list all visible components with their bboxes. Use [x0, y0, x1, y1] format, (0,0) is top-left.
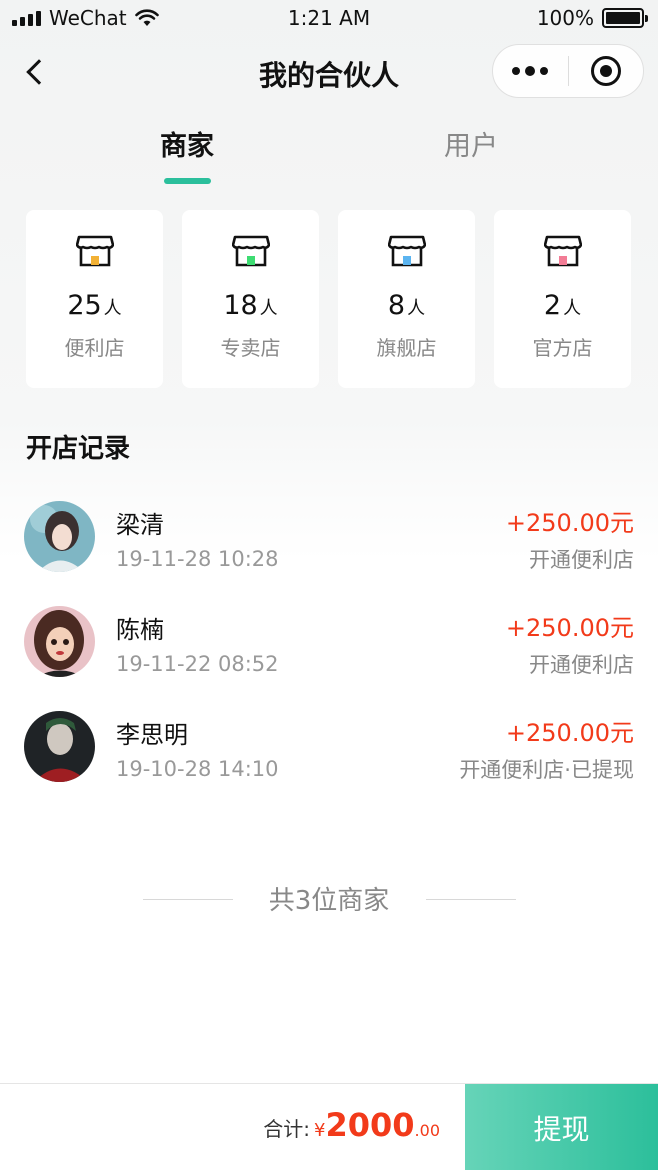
record-description: 开通便利店 — [529, 653, 634, 677]
store-icon — [388, 235, 426, 267]
count-unit: 人 — [407, 298, 426, 319]
partner-name: 李思明 — [116, 721, 188, 749]
merchant-total-text: 共3位商家 — [268, 886, 390, 916]
divider-line — [426, 899, 516, 900]
target-circle-icon — [590, 56, 621, 86]
close-mini-program-button[interactable] — [569, 56, 644, 86]
amount-integer: 2000 — [325, 1106, 415, 1144]
record-amount: +250.00元 — [505, 719, 634, 747]
total-amount: 合计: ¥ 2000 .00 — [263, 1106, 440, 1144]
withdraw-button[interactable]: 提现 — [465, 1084, 658, 1170]
record-row[interactable]: 梁清 19-11-28 10:28 +250.00元 开通便利店 — [0, 486, 658, 591]
count-unit: 人 — [103, 298, 122, 319]
store-count: 25 — [67, 290, 102, 321]
store-type-cards: 25 人 便利店 18 人 专卖店 8人 旗舰店 2人 官方店 — [26, 210, 632, 390]
store-count: 18 — [223, 290, 258, 321]
record-date: 19-11-22 08:52 — [116, 652, 279, 676]
tab-users[interactable]: 用户 — [396, 124, 546, 163]
store-card-official[interactable]: 2人 官方店 — [494, 210, 631, 388]
store-card-flagship[interactable]: 8人 旗舰店 — [338, 210, 475, 388]
store-count: 8 — [387, 290, 406, 321]
count-unit: 人 — [259, 298, 278, 319]
store-icon — [76, 235, 114, 267]
record-amount: +250.00元 — [505, 509, 634, 537]
partner-name: 陈楠 — [116, 616, 164, 644]
record-row[interactable]: 陈楠 19-11-22 08:52 +250.00元 开通便利店 — [0, 591, 658, 696]
battery-status: 100% — [536, 6, 648, 30]
total-label: 合计: — [263, 1117, 311, 1141]
store-card-convenience[interactable]: 25 人 便利店 — [26, 210, 163, 388]
section-title: 开店记录 — [26, 434, 131, 464]
more-dots-icon — [512, 66, 521, 75]
status-bar: WeChat 1:21 AM 100% — [0, 0, 658, 38]
record-date: 19-11-28 10:28 — [116, 547, 279, 571]
record-amount: +250.00元 — [505, 614, 634, 642]
store-type-label: 便利店 — [64, 336, 125, 360]
bottom-bar: 合计: ¥ 2000 .00 提现 — [0, 1083, 658, 1170]
partner-name: 梁清 — [116, 511, 164, 539]
avatar — [24, 501, 95, 572]
opening-records-list: 梁清 19-11-28 10:28 +250.00元 开通便利店 陈楠 19-1… — [0, 486, 658, 801]
count-unit: 人 — [563, 298, 582, 319]
record-description: 开通便利店·已提现 — [459, 758, 634, 782]
currency-symbol: ¥ — [314, 1120, 326, 1141]
tab-bar: 商家 用户 — [0, 118, 658, 188]
list-summary: 共3位商家 — [0, 880, 658, 920]
more-button[interactable] — [493, 65, 568, 76]
battery-percent: 100% — [536, 6, 594, 30]
avatar — [24, 711, 95, 782]
store-icon — [544, 235, 582, 267]
store-type-label: 旗舰店 — [376, 336, 437, 360]
store-type-label: 专卖店 — [220, 336, 281, 360]
record-row[interactable]: 李思明 19-10-28 14:10 +250.00元 开通便利店·已提现 — [0, 696, 658, 801]
amount-decimal: .00 — [414, 1121, 440, 1140]
tab-merchants[interactable]: 商家 — [112, 124, 262, 163]
store-type-label: 官方店 — [532, 336, 593, 360]
active-tab-indicator — [164, 178, 211, 184]
mini-program-capsule — [492, 44, 644, 98]
store-count: 2 — [543, 290, 562, 321]
store-card-specialty[interactable]: 18 人 专卖店 — [182, 210, 319, 388]
record-description: 开通便利店 — [529, 548, 634, 572]
navigation-bar: 我的合伙人 — [0, 38, 658, 108]
record-date: 19-10-28 14:10 — [116, 757, 279, 781]
store-icon — [232, 235, 270, 267]
battery-icon — [602, 8, 648, 28]
avatar — [24, 606, 95, 677]
